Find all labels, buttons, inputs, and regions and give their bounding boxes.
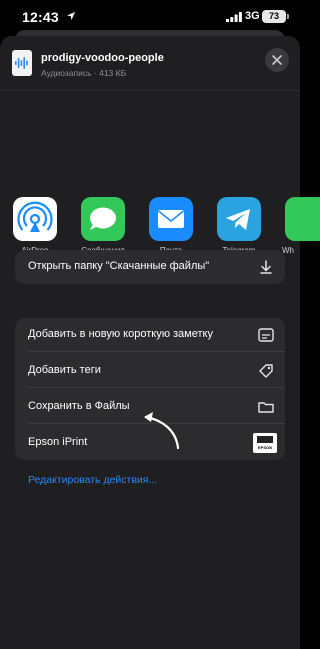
row-divider — [28, 351, 285, 352]
file-name: prodigy-voodoo-people — [41, 52, 164, 64]
action-label: Сохранить в Файлы — [28, 400, 130, 412]
close-button[interactable] — [265, 48, 289, 72]
messages-icon — [81, 197, 125, 241]
status-time: 12:43 — [22, 9, 59, 25]
app-mail[interactable]: Почта — [146, 197, 196, 255]
battery-icon: 73 — [262, 10, 289, 23]
epson-icon: EPSON — [253, 433, 277, 453]
mail-icon — [149, 197, 193, 241]
epson-icon-text: EPSON — [257, 445, 272, 450]
header-divider — [0, 90, 300, 91]
file-meta: Аудиозапись · 413 КБ — [41, 68, 127, 78]
telegram-icon — [217, 197, 261, 241]
app-airdrop[interactable]: AirDrop — [10, 197, 60, 255]
open-folder-label: Открыть папку "Скачанные файлы" — [28, 260, 210, 272]
app-whatsapp[interactable]: Wh — [282, 197, 320, 255]
edit-actions-link[interactable]: Редактировать действия... — [28, 474, 157, 486]
audio-file-icon — [12, 50, 32, 76]
download-icon — [260, 260, 272, 274]
battery-level: 73 — [268, 11, 279, 21]
row-divider — [28, 387, 285, 388]
action-row-quick-note[interactable]: Добавить в новую короткую заметку — [15, 318, 285, 352]
whatsapp-icon — [285, 197, 320, 241]
signal-bars-icon — [226, 12, 242, 22]
app-telegram[interactable]: Telegram — [214, 197, 264, 255]
action-row-tags[interactable]: Добавить теги — [15, 354, 285, 388]
close-icon — [272, 55, 282, 65]
open-folder-row[interactable]: Открыть папку "Скачанные файлы" — [15, 250, 285, 284]
action-label: Добавить в новую короткую заметку — [28, 328, 213, 340]
open-folder-card[interactable]: Открыть папку "Скачанные файлы" — [15, 250, 285, 284]
action-label: Epson iPrint — [28, 436, 88, 448]
airdrop-icon — [13, 197, 57, 241]
pointer-arrow-icon — [144, 412, 180, 450]
app-messages[interactable]: Сообщения — [78, 197, 128, 255]
action-label: Добавить теги — [28, 364, 101, 376]
tag-icon — [259, 364, 273, 378]
network-type: 3G — [245, 10, 260, 22]
folder-icon — [258, 402, 274, 413]
quick-note-icon — [258, 328, 274, 342]
location-arrow-icon — [67, 12, 75, 20]
app-label: Wh — [282, 246, 294, 255]
